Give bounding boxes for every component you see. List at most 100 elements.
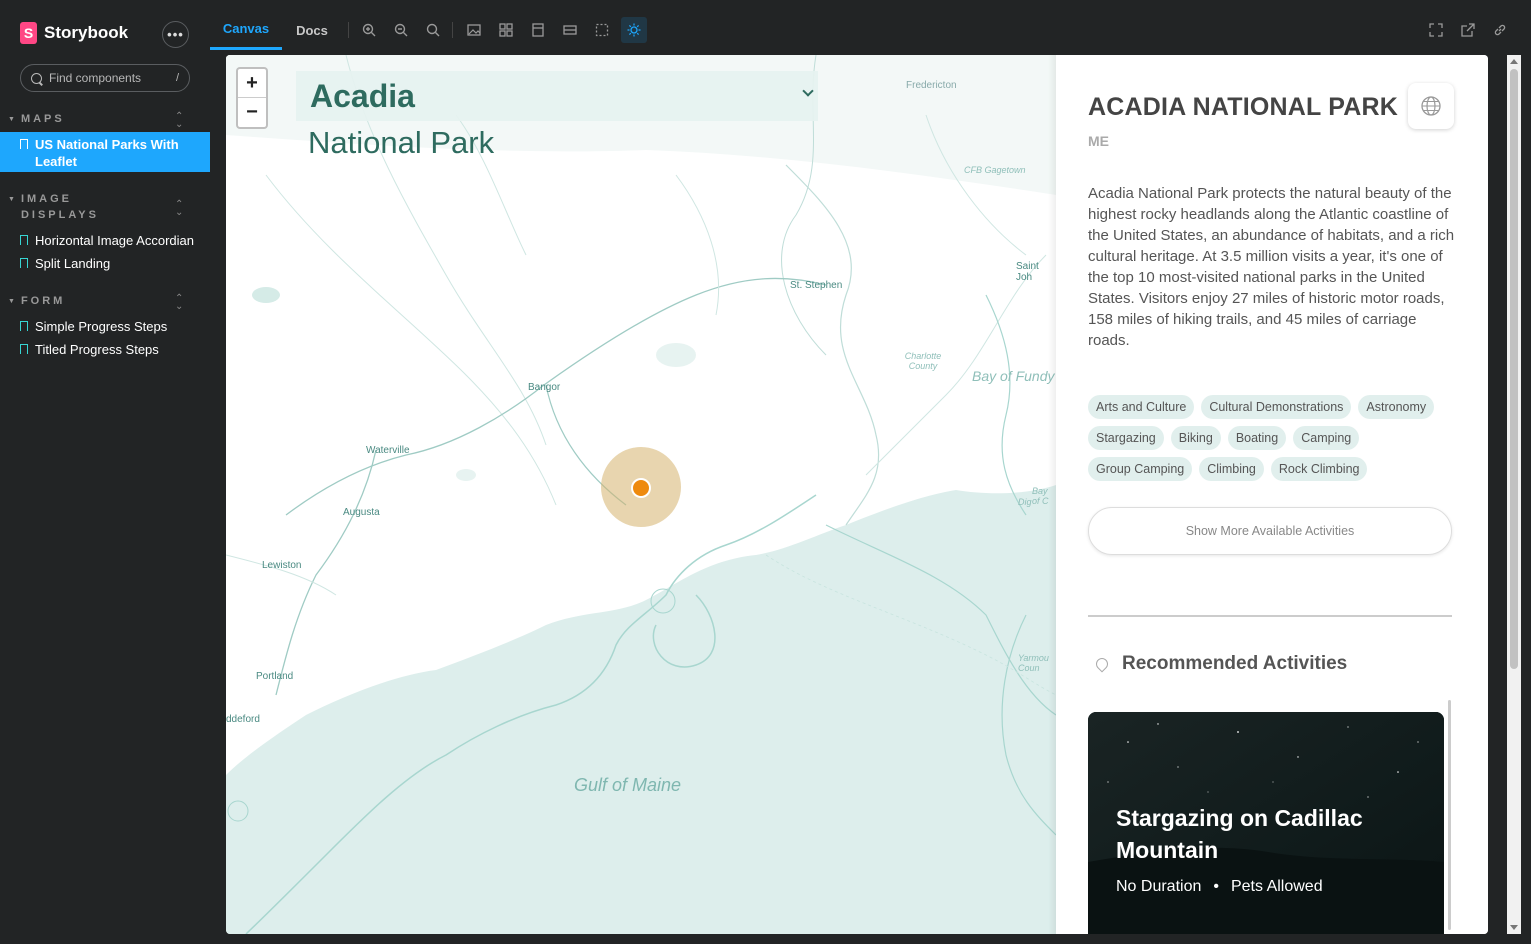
activity-pets: Pets Allowed [1230,878,1323,895]
caret-down-icon: ▼ [8,298,15,305]
location-pin-icon [1093,655,1111,673]
activity-chip: Rock Climbing [1270,457,1368,481]
activity-duration: No Duration [1116,878,1202,895]
caret-down-icon: ▼ [8,116,15,123]
bookmark-icon [20,344,28,354]
website-button[interactable] [1408,83,1454,129]
park-select[interactable]: Acadia [296,71,818,121]
park-description: Acadia National Park protects the natura… [1088,185,1455,349]
caret-down-icon: ▼ [8,196,15,203]
story-canvas: Fredericton CFB Gagetown Saint Joh St. S… [226,55,1488,934]
theme-toggle-icon[interactable] [621,17,647,43]
page-scrollbar[interactable] [1507,55,1521,934]
activity-chips: Arts and Culture Cultural Demonstrations… [1088,395,1458,481]
sidebar-item-titled-progress-steps[interactable]: Titled Progress Steps [0,341,210,358]
map-label-bay-of-fundy: Bay of Fundy [972,368,1055,384]
map-label-lewiston: Lewiston [262,560,302,571]
open-new-tab-icon[interactable] [1460,22,1476,38]
activity-chip: Boating [1227,426,1287,450]
sidebar-item-us-national-parks[interactable]: US National Parks With Leaflet [0,132,210,172]
sidebar: S Storybook ••• Find components / ▼ MAPS… [0,0,210,944]
meta-separator: • [1213,878,1219,895]
zoom-out-icon[interactable] [393,22,409,38]
map-label-gagetown: CFB Gagetown [964,165,1026,175]
map-label-portland: Portland [256,671,294,682]
zoom-out-button[interactable]: − [238,98,266,127]
viewport-icon[interactable] [530,22,546,38]
zoom-reset-icon[interactable] [425,22,441,38]
zoom-in-icon[interactable] [361,22,377,38]
bookmark-icon [20,235,28,245]
expand-collapse-icon[interactable]: ⌃ ⌄ [175,200,183,218]
group-label: MAPS [20,113,65,125]
park-marker[interactable] [631,478,651,498]
search-input[interactable]: Find components / [20,64,190,92]
activity-chip: Camping [1293,426,1360,450]
grid-icon[interactable] [498,22,514,38]
scrollbar-thumb[interactable] [1510,69,1518,669]
recommended-title: Recommended Activities [1122,653,1348,674]
search-placeholder: Find components [49,71,142,85]
map-label-st-stephen: St. Stephen [790,280,843,291]
copy-link-icon[interactable] [1492,22,1508,38]
map-label-augusta: Augusta [343,507,380,518]
activity-chip: Stargazing [1088,426,1164,450]
zoom-in-button[interactable]: + [238,69,266,98]
globe-icon [1421,96,1441,116]
map-label-gulf-of-maine: Gulf of Maine [574,775,682,795]
search-icon [31,72,42,84]
map-label-biddeford: ddeford [226,714,260,725]
group-label: IMAGE DISPLAYS [20,193,99,221]
panel-scrollbar[interactable] [1448,700,1451,930]
bookmark-icon [20,139,28,149]
expand-collapse-icon[interactable]: ⌃ ⌄ [175,294,183,312]
toolbar-divider [348,22,349,38]
group-form[interactable]: ▼ FORM [8,293,65,310]
storybook-brand[interactable]: S Storybook [20,22,128,44]
search-shortcut: / [175,72,179,84]
recommended-activity-title: Stargazing on Cadillac Mountain [1116,805,1363,863]
park-subtitle: National Park [308,125,495,160]
sidebar-item-split-landing[interactable]: Split Landing [0,255,210,272]
expand-collapse-icon[interactable]: ⌃ ⌄ [175,112,183,130]
toolbar: Canvas Docs [210,10,1521,50]
tab-docs[interactable]: Docs [282,10,342,50]
sidebar-item-label: US National Parks With Leaflet [35,137,179,169]
measure-icon[interactable] [562,22,578,38]
map-label-fredericton: Fredericton [906,80,957,91]
activity-chip: Climbing [1199,457,1264,481]
background-image-icon[interactable] [466,22,482,38]
show-more-activities-button[interactable]: Show More Available Activities [1088,507,1452,555]
activity-chip: Arts and Culture [1088,395,1195,419]
sidebar-item-simple-progress-steps[interactable]: Simple Progress Steps [0,318,210,335]
park-title: ACADIA NATIONAL PARK [1088,93,1399,121]
activity-chip: Group Camping [1088,457,1193,481]
park-details-panel: ACADIA NATIONAL PARK ME Acadia National … [1058,55,1488,934]
outline-icon[interactable] [594,22,610,38]
toolbar-divider [452,22,453,38]
chevron-down-icon [802,85,814,97]
zoom-control: + − [236,67,268,129]
recommended-activity-card[interactable]: Stargazing on Cadillac Mountain No Durat… [1088,712,1444,934]
sidebar-item-horizontal-image-accordian[interactable]: Horizontal Image Accordian [0,232,210,249]
group-image-displays[interactable]: ▼ IMAGE DISPLAYS [8,191,148,223]
activity-chip: Biking [1170,426,1221,450]
sidebar-item-label: Titled Progress Steps [35,342,159,357]
more-options-button[interactable]: ••• [162,21,189,48]
fullscreen-icon[interactable] [1428,22,1444,38]
panel-divider [1048,55,1056,934]
map[interactable]: Fredericton CFB Gagetown Saint Joh St. S… [226,55,1056,934]
scroll-down-icon[interactable] [1510,925,1518,930]
brand-name: Storybook [44,23,129,42]
recommended-heading: Recommended Activities [1093,653,1348,675]
sidebar-item-label: Horizontal Image Accordian [35,233,194,248]
bookmark-icon [20,321,28,331]
scroll-up-icon[interactable] [1510,59,1518,64]
sidebar-item-label: Split Landing [35,256,111,271]
tab-canvas[interactable]: Canvas [210,10,282,50]
sidebar-item-label: Simple Progress Steps [35,319,168,334]
park-state: ME [1088,133,1109,149]
activity-chip: Astronomy [1358,395,1435,419]
group-maps[interactable]: ▼ MAPS [8,111,65,128]
group-label: FORM [20,295,66,307]
